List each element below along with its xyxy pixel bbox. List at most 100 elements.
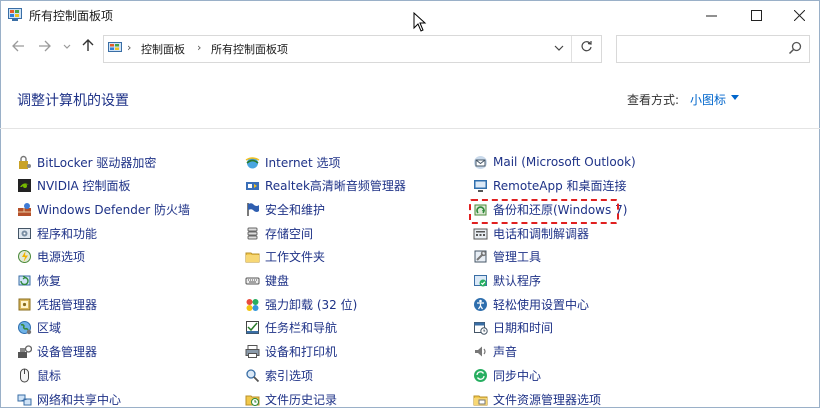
control-panel-item-label: Mail (Microsoft Outlook) — [493, 155, 636, 169]
up-button[interactable] — [82, 38, 94, 56]
device-manager-icon — [18, 345, 32, 359]
control-panel-item[interactable]: RemoteApp 和桌面连接 — [473, 176, 627, 196]
control-panel-item-label: 恢复 — [37, 274, 62, 288]
back-button[interactable] — [12, 40, 25, 56]
highlight-backup-restore — [469, 199, 619, 224]
control-panel-icon — [108, 42, 122, 52]
control-panel-item[interactable]: NVIDIA 控制面板 — [17, 176, 131, 196]
control-panel-item-label: 凭据管理器 — [37, 297, 98, 312]
control-panel-item[interactable]: 文件历史记录 — [245, 389, 337, 409]
address-bar[interactable]: › 控制面板 › 所有控制面板项 — [103, 35, 602, 63]
back-arrow-icon — [12, 40, 24, 52]
control-panel-item-label: 任务栏和导航 — [265, 321, 338, 336]
control-panel-item[interactable]: 索引选项 — [245, 365, 313, 385]
control-panel-item-label: 鼠标 — [37, 368, 62, 383]
control-panel-item-label: 日期和时间 — [493, 321, 554, 336]
firewall-icon — [18, 202, 31, 216]
sync-icon — [474, 368, 487, 382]
view-by-dropdown[interactable]: 小图标 — [690, 91, 726, 108]
minimize-icon — [705, 15, 717, 16]
mail-icon — [474, 155, 487, 169]
control-panel-item[interactable]: Internet 选项 — [245, 152, 340, 172]
control-panel-item-label: Internet 选项 — [265, 155, 341, 170]
header-divider — [0, 128, 820, 129]
control-panel-item[interactable]: 文件资源管理器选项 — [473, 389, 601, 409]
programs-icon — [18, 227, 31, 239]
maximize-button[interactable] — [733, 0, 779, 30]
view-by-caret-icon[interactable] — [731, 95, 739, 100]
maximize-icon — [750, 9, 762, 21]
refresh-button[interactable] — [580, 40, 593, 57]
control-panel-item-label: 键盘 — [265, 274, 290, 288]
refresh-icon — [581, 41, 592, 52]
control-panel-item[interactable]: 鼠标 — [17, 365, 61, 385]
control-panel-item[interactable]: 管理工具 — [473, 247, 541, 267]
control-panel-item[interactable]: 存储空间 — [245, 223, 313, 243]
phone-icon — [473, 228, 488, 240]
folder-icon — [245, 252, 260, 263]
region-icon — [18, 321, 32, 335]
control-panel-item[interactable]: 区域 — [17, 318, 61, 338]
control-panel-item-label: 设备管理器 — [37, 345, 98, 360]
forward-arrow-icon — [39, 40, 51, 52]
keyboard-icon — [245, 277, 260, 285]
control-panel-item[interactable]: Windows Defender 防火墙 — [17, 199, 190, 219]
control-panel-item[interactable]: Realtek高清晰音频管理器 — [245, 176, 406, 196]
control-panel-item[interactable]: 凭据管理器 — [17, 294, 97, 314]
control-panel-item[interactable]: 日期和时间 — [473, 318, 553, 338]
control-panel-item[interactable]: 任务栏和导航 — [245, 318, 337, 338]
breadcrumb-separator-icon: › — [127, 41, 132, 54]
minimize-button[interactable] — [688, 0, 734, 30]
control-panel-item[interactable]: 同步中心 — [473, 365, 541, 385]
control-panel-item[interactable]: 键盘 — [245, 271, 289, 291]
control-panel-item[interactable]: 工作文件夹 — [245, 247, 325, 267]
control-panel-item[interactable]: BitLocker 驱动器加密 — [17, 152, 156, 172]
search-box[interactable] — [616, 35, 810, 63]
address-history-button[interactable] — [554, 42, 564, 55]
admin-tools-icon — [474, 250, 487, 263]
control-panel-item-label: 管理工具 — [493, 250, 542, 265]
recent-locations-button[interactable] — [63, 43, 71, 53]
address-divider — [571, 36, 572, 62]
control-panel-item[interactable]: 设备和打印机 — [245, 342, 337, 362]
control-panel-item[interactable]: 程序和功能 — [17, 223, 97, 243]
storage-icon — [247, 227, 258, 240]
control-panel-item[interactable]: 恢复 — [17, 271, 61, 291]
bitlocker-icon — [19, 155, 31, 169]
internet-icon — [245, 156, 260, 168]
breadcrumb-control-panel[interactable]: 控制面板 — [141, 41, 185, 57]
control-panel-item[interactable]: 电源选项 — [17, 247, 85, 267]
control-panel-item[interactable]: 强力卸载 (32 位) — [245, 294, 357, 314]
network-icon — [17, 394, 32, 405]
control-panel-item[interactable]: 设备管理器 — [17, 342, 97, 362]
ease-access-icon — [474, 297, 487, 311]
recovery-icon — [18, 275, 31, 286]
mouse-cursor-icon — [413, 12, 427, 32]
control-panel-item[interactable]: Mail (Microsoft Outlook) — [473, 152, 636, 172]
search-input[interactable] — [621, 39, 785, 59]
control-panel-item[interactable]: 默认程序 — [473, 271, 541, 291]
printer-icon — [245, 345, 260, 359]
control-panel-item-label: 工作文件夹 — [265, 250, 326, 265]
control-panel-item[interactable]: 安全和维护 — [245, 199, 325, 219]
mouse-icon — [20, 368, 29, 383]
flag-icon — [247, 202, 259, 216]
realtek-icon — [246, 182, 259, 191]
close-button[interactable] — [776, 0, 820, 30]
control-panel-item[interactable]: 声音 — [473, 342, 517, 362]
control-panel-item-label: Windows Defender 防火墙 — [37, 202, 190, 217]
nvidia-icon — [18, 179, 31, 193]
forward-button[interactable] — [38, 40, 51, 56]
uninstall-icon — [246, 298, 259, 311]
control-panel-item-label: 设备和打印机 — [265, 345, 338, 360]
view-by-label: 查看方式: — [627, 93, 680, 107]
control-panel-item-label: NVIDIA 控制面板 — [37, 179, 131, 194]
control-panel-item-label: RemoteApp 和桌面连接 — [493, 179, 627, 194]
control-panel-item[interactable]: 网络和共享中心 — [17, 389, 121, 409]
control-panel-item[interactable]: 电话和调制解调器 — [473, 223, 589, 243]
control-panel-item[interactable]: 轻松使用设置中心 — [473, 294, 589, 314]
sound-icon — [475, 346, 486, 357]
breadcrumb-all-items[interactable]: 所有控制面板项 — [211, 41, 288, 57]
navigation-bar: › 控制面板 › 所有控制面板项 — [0, 34, 820, 64]
chevron-down-icon — [63, 44, 71, 49]
